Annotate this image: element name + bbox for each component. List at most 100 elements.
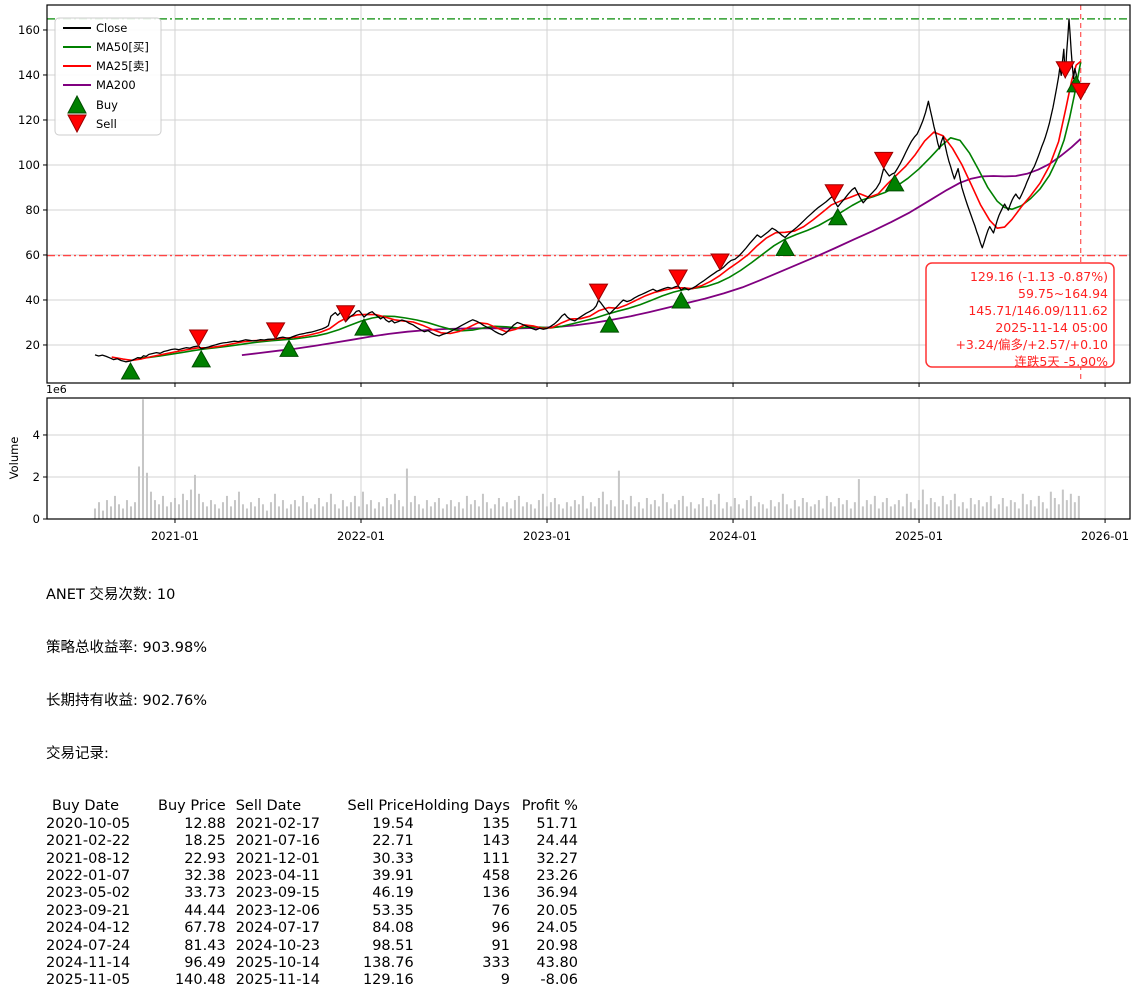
sell-marker [265, 322, 286, 340]
volume-axis-label: Volume [7, 437, 21, 480]
x-tick-label: 2022-01 [337, 529, 385, 543]
volume-bar [181, 493, 184, 519]
volume-bar [437, 497, 440, 519]
volume-bar [333, 504, 336, 519]
volume-bar [569, 506, 572, 519]
trade-cell: 333 [482, 954, 510, 971]
volume-bar [117, 504, 120, 519]
trade-cell: 96.49 [184, 954, 226, 971]
volume-bar [717, 493, 720, 519]
volume-bar [917, 500, 920, 519]
volume-bar [933, 502, 936, 519]
trade-cell: 2021-12-01 [235, 850, 320, 867]
volume-bar [593, 506, 596, 519]
volume-bar [921, 489, 924, 519]
volume-bar [477, 506, 480, 519]
volume-bar [273, 493, 276, 519]
col-header-holding-days: Holding Days [413, 798, 510, 815]
volume-bar [653, 500, 656, 519]
trade-cell: 2025-11-14 [235, 972, 320, 989]
x-tick-label: 2024-01 [709, 529, 757, 543]
volume-bar [601, 491, 604, 519]
volume-bar [581, 495, 584, 519]
volume-bar [557, 504, 560, 519]
volume-bar [589, 502, 592, 519]
sell-marker [188, 329, 209, 348]
volume-bar [613, 506, 616, 519]
volume-bar [353, 495, 356, 519]
trade-row: 2024-11-14 96.49 2025-10-14 138.76 333 43.80 [46, 955, 578, 972]
volume-bar [877, 508, 880, 519]
trade-cell: 9 [500, 972, 510, 989]
volume-bar [869, 504, 872, 519]
trade-row: 2021-08-12 22.93 2021-12-01 30.33 111 32.27 [46, 851, 578, 868]
trade-record-title: 交易记录: [46, 745, 109, 762]
volume-bar [941, 495, 944, 519]
volume-bar [1069, 493, 1072, 519]
volume-bar [913, 508, 916, 519]
trade-cell: 2021-07-16 [235, 833, 320, 850]
volume-bar [317, 497, 320, 519]
trade-cell: 2025-11-05 [46, 972, 131, 989]
trade-cell: 2023-04-11 [235, 867, 320, 884]
volume-bar [977, 500, 980, 519]
volume-bar [873, 495, 876, 519]
volume-bar [237, 491, 240, 519]
volume-bar [177, 504, 180, 519]
volume-bar [741, 508, 744, 519]
volume-bar [361, 491, 364, 519]
y-tick-label: 160 [18, 23, 40, 37]
trade-cell: 2023-12-06 [235, 902, 320, 919]
trade-cell: 22.93 [184, 850, 226, 867]
volume-bar [309, 508, 312, 519]
volume-bar [449, 500, 452, 519]
volume-bar [137, 466, 140, 519]
sell-marker [668, 269, 689, 288]
volume-bar [313, 504, 316, 519]
volume-bar [805, 502, 808, 519]
volume-bar [525, 502, 528, 519]
y-tick-label: 100 [18, 158, 40, 172]
volume-bar [429, 506, 432, 519]
volume-bar [1005, 506, 1008, 519]
sell-marker [873, 151, 894, 170]
volume-bar [201, 502, 204, 519]
volume-bar [257, 497, 260, 519]
volume-bar [825, 495, 828, 519]
volume-bar [1053, 497, 1056, 519]
volume-bar [981, 506, 984, 519]
volume-bar [417, 504, 420, 519]
trade-cell: 44.44 [184, 902, 226, 919]
col-header-profit: Profit % [521, 798, 578, 815]
volume-bar [949, 500, 952, 519]
stat-hold-return: 长期持有收益: 902.76% [46, 692, 208, 709]
volume-bar [409, 502, 412, 519]
trade-cell: 20.05 [536, 902, 578, 919]
volume-bar [1045, 508, 1048, 519]
volume-bar [517, 495, 520, 519]
stock-strategy-figure: 20 40 60 80 100 120 140 160 2021-01 2022-01 2023-… [0, 0, 1141, 556]
volume-bar [349, 502, 352, 519]
legend-label-sell: Sell [96, 117, 117, 131]
volume-bar [113, 495, 116, 519]
volume-offset-label: 1e6 [46, 383, 67, 396]
trade-cell: 91 [491, 937, 510, 954]
volume-bar [785, 504, 788, 519]
volume-bar [121, 508, 124, 519]
trades-header-row: Buy Date Buy Price Sell Date Sell Price … [46, 798, 578, 815]
volume-bar [621, 500, 624, 519]
annotation-line-streak: 连跌5天 -5.90% [1014, 354, 1108, 369]
trade-cell: 2024-07-24 [46, 937, 131, 954]
volume-bar [553, 497, 556, 519]
volume-bar [937, 506, 940, 519]
volume-bar [733, 497, 736, 519]
volume-bar [369, 500, 372, 519]
trade-cell: 129.16 [362, 972, 414, 989]
trades-table: Buy Date Buy Price Sell Date Sell Price … [46, 798, 578, 989]
volume-bar [533, 508, 536, 519]
volume-bar [957, 506, 960, 519]
volume-bar [561, 508, 564, 519]
trade-cell: 39.91 [372, 867, 414, 884]
volume-bar [545, 506, 548, 519]
x-tick-label: 2023-01 [523, 529, 571, 543]
